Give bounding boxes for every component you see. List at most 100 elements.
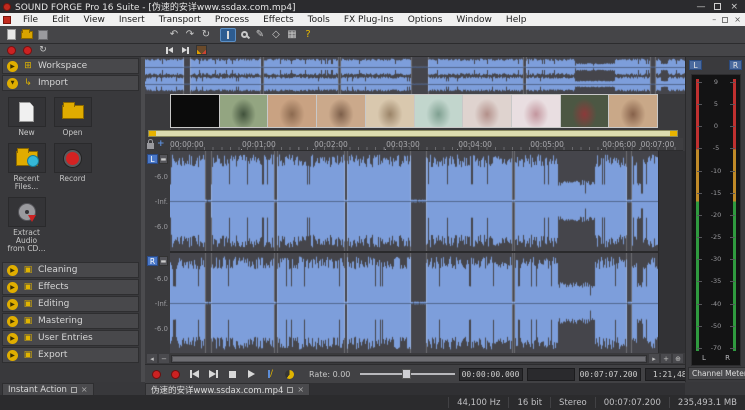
- import-recent-files-button[interactable]: Recent Files...: [6, 143, 47, 191]
- expand-arrow-icon[interactable]: ▶: [7, 265, 18, 276]
- video-thumbnail[interactable]: [366, 95, 414, 127]
- selection-time-display[interactable]: [527, 368, 575, 381]
- expand-arrow-icon[interactable]: ▶: [7, 333, 18, 344]
- menu-view[interactable]: View: [77, 15, 112, 25]
- zoom-out-time-button[interactable]: −: [159, 354, 169, 363]
- next-button[interactable]: [206, 368, 221, 381]
- magnify-tool-button[interactable]: [236, 28, 252, 42]
- level-meter[interactable]: 950-5-10-15-20-25-30-35-40-50-70 L R: [691, 74, 741, 366]
- loop-playback-button[interactable]: ↻: [35, 45, 51, 56]
- scroll-right-button[interactable]: ▸: [649, 354, 659, 363]
- go-to-end-button[interactable]: [177, 45, 193, 56]
- menu-options[interactable]: Options: [401, 15, 450, 25]
- open-button[interactable]: [19, 28, 35, 42]
- video-thumbnail[interactable]: [220, 95, 268, 127]
- pencil-tool-button[interactable]: ✎: [252, 28, 268, 42]
- previous-button[interactable]: [187, 368, 202, 381]
- rate-slider-thumb[interactable]: [402, 369, 411, 379]
- video-thumbnail[interactable]: [268, 95, 316, 127]
- import-new-button[interactable]: New: [6, 97, 47, 137]
- scrollbar-thumb[interactable]: [173, 357, 645, 361]
- scroll-left-button[interactable]: ◂: [147, 354, 157, 363]
- menu-edit[interactable]: Edit: [45, 15, 76, 25]
- import-open-button[interactable]: Open: [52, 97, 93, 137]
- envelope-tool-button[interactable]: ◇: [268, 28, 284, 42]
- plugin-chain-button[interactable]: [193, 45, 209, 56]
- sidebar-section[interactable]: ▶ ▣ Effects: [2, 279, 139, 295]
- go-to-start-button[interactable]: [161, 45, 177, 56]
- loop-end-marker[interactable]: [670, 131, 677, 136]
- video-thumbnail[interactable]: [561, 95, 609, 127]
- new-file-button[interactable]: [3, 28, 19, 42]
- rate-slider[interactable]: [360, 369, 455, 379]
- event-tool-button[interactable]: ▦: [284, 28, 300, 42]
- sidebar-section[interactable]: ▶ ▣ Editing: [2, 296, 139, 312]
- close-button[interactable]: ×: [730, 2, 738, 12]
- menu-effects[interactable]: Effects: [256, 15, 301, 25]
- record-remote-button[interactable]: [149, 368, 164, 381]
- repeat-button[interactable]: ↻: [198, 28, 214, 42]
- whats-this-help-button[interactable]: ?: [300, 28, 316, 42]
- expand-arrow-icon[interactable]: ▶: [7, 316, 18, 327]
- horizontal-scrollbar[interactable]: [171, 355, 647, 363]
- menu-insert[interactable]: Insert: [112, 15, 152, 25]
- channel-r-minimize-button[interactable]: ▬: [159, 256, 168, 266]
- left-channel-waveform[interactable]: [170, 151, 658, 251]
- meter-l-button[interactable]: L: [689, 60, 702, 70]
- menu-file[interactable]: File: [16, 15, 45, 25]
- sidebar-section-import[interactable]: ▼ ↳ Import: [2, 75, 139, 91]
- panel-close-icon[interactable]: ×: [81, 385, 88, 394]
- expand-arrow-icon[interactable]: ▶: [7, 299, 18, 310]
- menu-window[interactable]: Window: [449, 15, 499, 25]
- panel-restore-icon[interactable]: [71, 387, 77, 393]
- video-thumbnail-strip[interactable]: [170, 94, 658, 128]
- doc-minimize-button[interactable]: –: [712, 15, 716, 24]
- lock-icon[interactable]: [147, 143, 154, 149]
- meter-r-button[interactable]: R: [729, 60, 742, 70]
- save-button[interactable]: [35, 28, 51, 42]
- doc-restore-button[interactable]: [722, 17, 728, 23]
- expand-arrow-icon[interactable]: ▶: [7, 282, 18, 293]
- sidebar-section-workspace[interactable]: ▶ ⊞ Workspace: [2, 58, 139, 74]
- doc-restore-icon[interactable]: [287, 387, 293, 393]
- menu-help[interactable]: Help: [499, 15, 534, 25]
- video-thumbnail[interactable]: [171, 95, 219, 127]
- edit-tool-button[interactable]: [220, 28, 236, 42]
- channel-r-button[interactable]: R: [147, 256, 158, 266]
- restore-button[interactable]: [714, 3, 721, 10]
- channel-l-minimize-button[interactable]: ▬: [159, 154, 168, 164]
- record-button[interactable]: [19, 45, 35, 56]
- play-button[interactable]: [244, 368, 259, 381]
- menu-tools[interactable]: Tools: [301, 15, 337, 25]
- overview-waveform[interactable]: [145, 57, 685, 94]
- record-button[interactable]: [168, 368, 183, 381]
- scrub-control[interactable]: [282, 368, 297, 381]
- minimize-button[interactable]: —: [696, 2, 705, 12]
- stop-button[interactable]: [225, 368, 240, 381]
- right-channel-waveform[interactable]: [170, 253, 658, 353]
- expand-arrow-icon[interactable]: ▶: [7, 61, 18, 72]
- expand-arrow-icon[interactable]: ▶: [7, 350, 18, 361]
- zoom-in-time-button[interactable]: +: [661, 354, 671, 363]
- video-thumbnail[interactable]: [415, 95, 463, 127]
- zoom-fit-button[interactable]: ⊕: [673, 354, 683, 363]
- import-extract-cd-button[interactable]: Extract Audio from CD...: [6, 197, 47, 253]
- time-ruler[interactable]: 00:00:0000:01:0000:02:0000:03:0000:04:00…: [170, 138, 683, 151]
- sidebar-section[interactable]: ▶ ▣ Mastering: [2, 313, 139, 329]
- doc-close-icon[interactable]: ×: [297, 385, 304, 394]
- sidebar-section[interactable]: ▶ ▣ Cleaning: [2, 262, 139, 278]
- doc-close-button[interactable]: ×: [734, 15, 741, 24]
- video-thumbnail[interactable]: [609, 95, 657, 127]
- sidebar-section[interactable]: ▶ ▣ User Entries: [2, 330, 139, 346]
- channel-l-button[interactable]: L: [147, 154, 158, 164]
- menu-process[interactable]: Process: [208, 15, 256, 25]
- play-as-cursor-button[interactable]: /: [263, 368, 278, 381]
- channel-meters-tab[interactable]: Channel Meters: [688, 367, 745, 380]
- import-record-button[interactable]: Record: [52, 143, 93, 191]
- collapse-arrow-icon[interactable]: ▼: [7, 78, 18, 89]
- end-time-display[interactable]: 00:07:07.200: [579, 368, 641, 381]
- redo-button[interactable]: ↷: [182, 28, 198, 42]
- video-thumbnail[interactable]: [463, 95, 511, 127]
- video-thumbnail[interactable]: [317, 95, 365, 127]
- menu-fx-plugins[interactable]: FX Plug-Ins: [337, 15, 401, 25]
